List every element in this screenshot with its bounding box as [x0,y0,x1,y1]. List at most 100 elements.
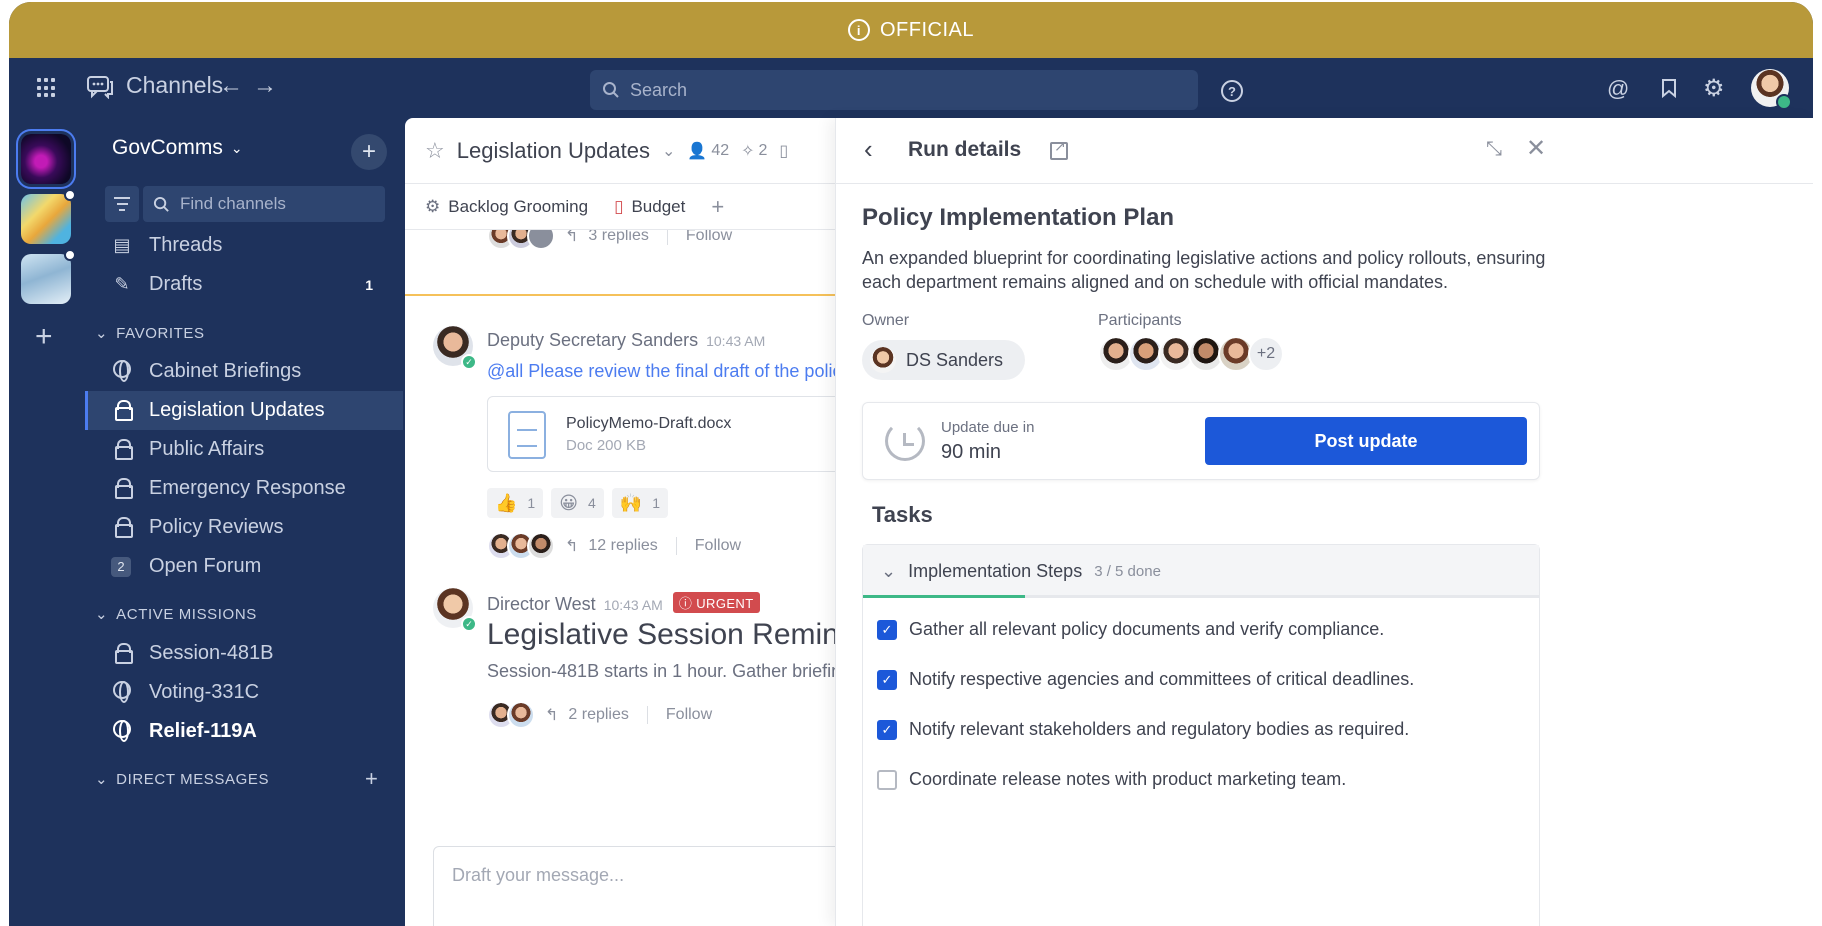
sidebar-item-policy-reviews[interactable]: Policy Reviews [85,508,403,547]
replies-link[interactable]: 3 replies [588,230,648,245]
file-attachment[interactable]: PolicyMemo-Draft.docx Doc 200 KB [487,396,835,472]
favorite-star-icon[interactable]: ☆ [425,138,445,164]
participant-avatars [487,532,555,560]
active-missions-section-header[interactable]: ⌄ ACTIVE MISSIONS [95,605,257,624]
files-icon[interactable]: ▯ [779,141,788,161]
tab-backlog-grooming[interactable]: ⚙ Backlog Grooming [425,197,588,217]
sidebar-item-voting-331c[interactable]: Voting-331C [85,673,403,712]
close-icon[interactable]: ✕ [1526,134,1546,163]
replies-link[interactable]: 12 replies [588,537,657,555]
owner-name: DS Sanders [906,349,1004,370]
add-tab-icon[interactable]: + [711,194,724,220]
help-icon[interactable]: ? [1221,80,1243,102]
verified-check-icon: ✓ [461,616,477,632]
sidebar-item-open-forum[interactable]: 2 Open Forum [85,547,403,586]
sidebar-item-session-481b[interactable]: Session-481B [85,634,403,673]
channel-header: ☆ Legislation Updates ⌄ 👤 42 ✧ 2 ▯ [405,118,835,184]
search-placeholder: Search [630,79,688,100]
checkbox[interactable]: ✓ [877,619,897,640]
forward-arrow-icon[interactable]: → [253,72,277,100]
global-header: Channels ← → Search ? @ ⚙ [9,58,1813,118]
add-channel-button[interactable]: + [351,134,387,170]
more-participants[interactable]: +2 [1248,336,1284,372]
filter-button[interactable] [105,186,139,222]
tasks-heading: Tasks [872,502,933,527]
replies-link[interactable]: 2 replies [568,706,628,724]
direct-messages-section-header[interactable]: ⌄ DIRECT MESSAGES + [95,766,395,791]
document-icon [508,411,546,459]
panel-title: Run details [908,138,1022,161]
sidebar-item-legislation-updates[interactable]: Legislation Updates [85,391,403,430]
members-icon[interactable]: 👤 [687,141,707,161]
reply-arrow-icon: ↰ [565,538,579,555]
gear-icon: ⚙ [425,196,441,216]
post-author[interactable]: Director West [487,594,596,614]
author-avatar[interactable]: ✓ [433,326,477,370]
product-name: Channels [126,72,224,98]
checkbox[interactable]: ✓ [877,719,897,740]
reaction-grin[interactable]: 😀 4 [551,488,604,518]
checklist-header[interactable]: ⌄ Implementation Steps 3 / 5 done [863,545,1539,597]
follow-button[interactable]: Follow [695,537,741,555]
post-author[interactable]: Deputy Secretary Sanders [487,330,698,350]
add-team-icon[interactable]: + [35,320,53,354]
sidebar-item-drafts[interactable]: ✎ Drafts 1 [85,265,403,304]
sidebar-item-label: Session-481B [149,642,274,664]
checklist-item-label: Notify respective agencies and committee… [909,669,1415,689]
sidebar-item-threads[interactable]: ▤ Threads [85,226,403,265]
find-channels-input[interactable]: Find channels [143,186,385,222]
bookmark-icon[interactable] [1661,78,1677,98]
follow-button[interactable]: Follow [686,230,732,245]
participant-avatars[interactable]: +2 [1098,336,1284,372]
team-name-menu[interactable]: GovComms ⌄ [112,136,243,160]
checklist-item[interactable]: ✓ Gather all relevant policy documents a… [877,619,1384,640]
channel-name[interactable]: Legislation Updates [457,138,650,164]
search-input[interactable]: Search [590,70,1198,110]
product-menu-icon[interactable] [37,78,57,98]
checklist-item[interactable]: Coordinate release notes with product ma… [877,769,1346,790]
chevron-down-icon[interactable]: ⌄ [662,141,675,161]
search-icon [603,82,619,98]
message-composer[interactable]: Draft your message... [433,846,835,926]
open-external-icon[interactable] [1050,138,1068,160]
lock-icon [115,643,133,664]
sidebar-item-label: Open Forum [149,555,262,577]
checkbox[interactable]: ✓ [877,669,897,690]
classification-banner: i OFFICIAL [9,2,1813,58]
post-time[interactable]: 10:43 AM [706,333,765,349]
follow-button[interactable]: Follow [666,706,712,724]
author-avatar[interactable]: ✓ [433,588,477,632]
post-update-button[interactable]: Post update [1205,417,1527,465]
back-arrow-icon[interactable]: ← [219,72,243,100]
sidebar-item-emergency-response[interactable]: Emergency Response [85,469,403,508]
checklist-item[interactable]: ✓ Notify respective agencies and committ… [877,669,1414,690]
reaction-thumbs-up[interactable]: 👍 1 [487,488,544,518]
sidebar-item-cabinet-briefings[interactable]: Cabinet Briefings [85,352,403,391]
add-dm-icon[interactable]: + [365,766,378,792]
lock-icon [115,439,133,460]
reaction-raised-hands[interactable]: 🙌 1 [611,488,668,518]
app-window: i OFFICIAL Channels ← → Search ? @ ⚙ + G… [9,2,1813,926]
owner-chip[interactable]: DS Sanders [862,340,1026,380]
mentions-icon[interactable]: @ [1607,76,1629,102]
tab-budget[interactable]: ▯ Budget [614,197,685,217]
settings-gear-icon[interactable]: ⚙ [1703,74,1725,103]
collapse-icon[interactable]: ⤡ [1486,138,1502,161]
back-chevron-icon[interactable]: ‹ [864,134,873,165]
post-time[interactable]: 10:43 AM [604,597,663,613]
info-icon: i [847,19,870,41]
globe-icon [113,681,131,703]
team-button-2[interactable] [21,189,76,244]
sidebar-item-relief-119a[interactable]: Relief-119A [85,712,403,751]
chevron-down-icon: ⌄ [95,606,109,623]
lock-icon [115,517,133,538]
sidebar-item-label: Relief-119A [149,720,257,742]
favorites-section-header[interactable]: ⌄ FAVORITES [95,324,205,343]
team-button-3[interactable] [21,249,76,304]
checklist-item[interactable]: ✓ Notify relevant stakeholders and regul… [877,719,1409,740]
sidebar-item-public-affairs[interactable]: Public Affairs [85,430,403,469]
user-avatar[interactable] [1751,69,1792,110]
checkbox[interactable] [877,769,897,790]
pin-icon[interactable]: ✧ [741,141,754,161]
team-button-1[interactable] [21,134,71,184]
